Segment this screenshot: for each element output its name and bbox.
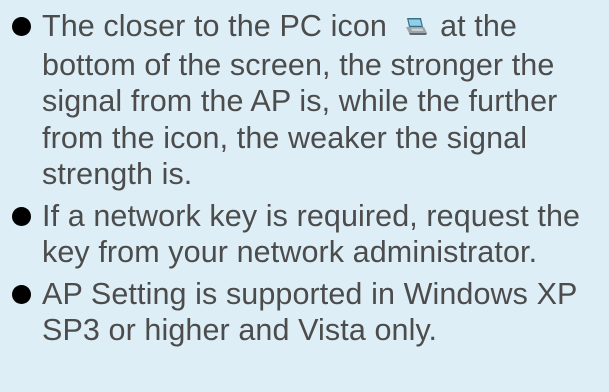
pc-icon (402, 10, 428, 47)
note-list: The closer to the PC icon at the bottom … (12, 8, 597, 349)
note-item-signal: The closer to the PC icon at the bottom … (12, 8, 597, 193)
note-text-part-1: The closer to the PC icon (42, 9, 396, 43)
bullet-icon (12, 284, 31, 304)
bullet-icon (12, 17, 31, 36)
note-item-os-support: AP Setting is supported in Windows XP SP… (12, 276, 597, 349)
note-item-network-key: If a network key is required, request th… (12, 198, 597, 271)
bullet-icon (12, 206, 31, 226)
note-text: If a network key is required, request th… (42, 198, 589, 270)
note-text: AP Setting is supported in Windows XP SP… (42, 276, 586, 348)
note-panel: The closer to the PC icon at the bottom … (0, 0, 609, 392)
